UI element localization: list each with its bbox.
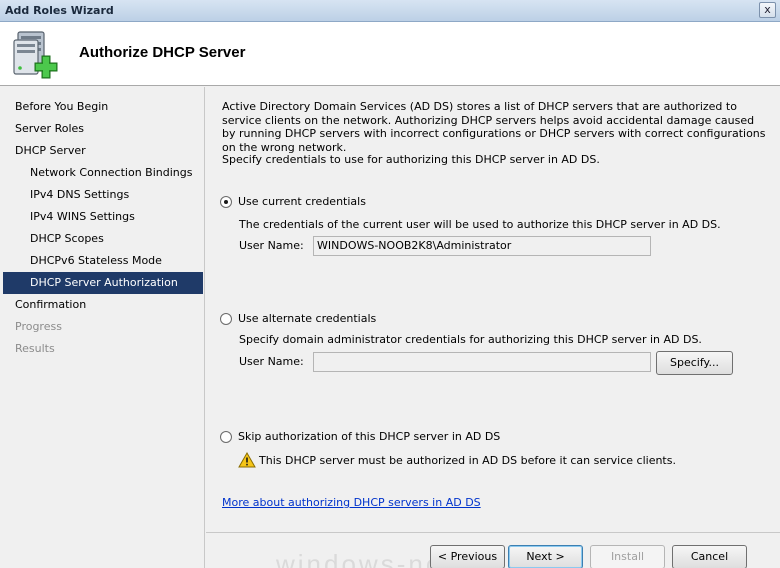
nav-step-dhcpv6-stateless-mode[interactable]: DHCPv6 Stateless Mode [0,250,204,272]
cancel-button[interactable]: Cancel [672,545,747,568]
use-alternate-credentials-label: Use alternate credentials [238,312,377,325]
wizard-header: Authorize DHCP Server [0,22,780,86]
intro-text: Active Directory Domain Services (AD DS)… [222,100,766,154]
nav-step-results: Results [15,342,55,355]
nav-step-before-you-begin[interactable]: Before You Begin [0,96,204,118]
server-add-icon [13,31,58,79]
use-current-credentials-radio[interactable] [220,195,232,208]
alternate-username-label: User Name: [239,355,304,368]
use-current-credentials-option[interactable]: Use current credentials [220,195,366,208]
nav-step-server-roles[interactable]: Server Roles [0,118,204,140]
more-about-authorizing-link[interactable]: More about authorizing DHCP servers in A… [222,496,481,509]
current-credentials-description: The credentials of the current user will… [239,218,721,231]
skip-authorization-label: Skip authorization of this DHCP server i… [238,430,501,443]
skip-authorization-warning: This DHCP server must be authorized in A… [259,454,676,467]
wizard-steps-sidebar: Before You Begin Server Roles DHCP Serve… [0,87,205,568]
nav-step-confirmation[interactable]: Confirmation [0,294,204,316]
title-bar: Add Roles Wizard x [0,0,780,22]
current-username-label: User Name: [239,239,304,252]
footer-divider [206,532,780,533]
nav-step-dhcp-scopes[interactable]: DHCP Scopes [0,228,204,250]
next-button[interactable]: Next > [508,545,583,568]
close-button[interactable]: x [759,2,776,18]
use-current-credentials-label: Use current credentials [238,195,366,208]
page-title: Authorize DHCP Server [79,44,246,61]
skip-authorization-radio[interactable] [220,430,232,443]
previous-button[interactable]: < Previous [430,545,505,568]
nav-step-network-connection-bindings[interactable]: Network Connection Bindings [0,162,204,184]
nav-step-dhcp-server[interactable]: DHCP Server [0,140,204,162]
current-username-field[interactable]: WINDOWS-NOOB2K8\Administrator [313,236,651,256]
alternate-username-field[interactable] [313,352,651,372]
nav-step-progress: Progress [15,320,62,333]
close-icon: x [764,3,771,16]
install-button: Install [590,545,665,568]
nav-step-ipv4-dns-settings[interactable]: IPv4 DNS Settings [0,184,204,206]
skip-authorization-option[interactable]: Skip authorization of this DHCP server i… [220,430,500,443]
wizard-content: Active Directory Domain Services (AD DS)… [206,87,780,568]
nav-step-ipv4-wins-settings[interactable]: IPv4 WINS Settings [0,206,204,228]
window-title: Add Roles Wizard [5,4,114,17]
alternate-credentials-description: Specify domain administrator credentials… [239,333,702,346]
warning-icon [238,452,256,468]
use-alternate-credentials-option[interactable]: Use alternate credentials [220,312,376,325]
nav-step-dhcp-server-authorization[interactable]: DHCP Server Authorization [3,272,203,294]
use-alternate-credentials-radio[interactable] [220,312,232,325]
specify-credentials-text: Specify credentials to use for authorizi… [222,153,600,166]
specify-button[interactable]: Specify... [656,351,733,375]
